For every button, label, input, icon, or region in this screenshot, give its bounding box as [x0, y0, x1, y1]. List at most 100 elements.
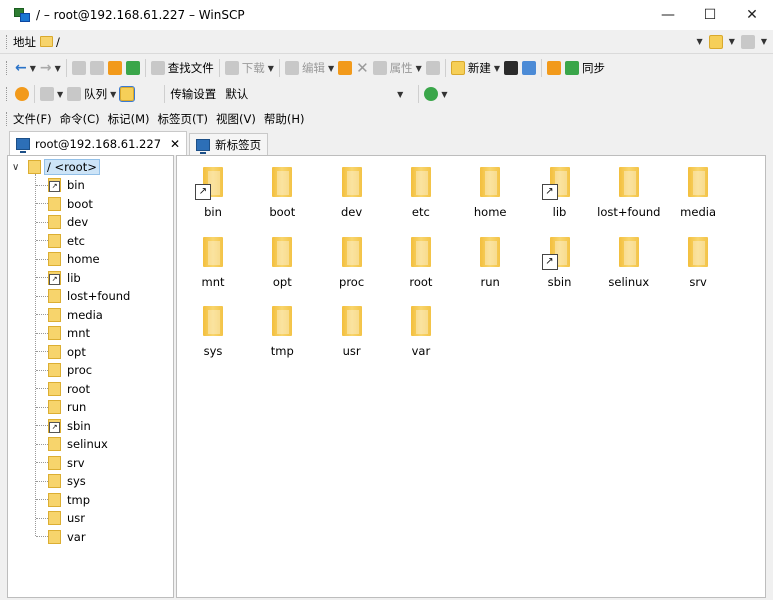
address-input[interactable]: /: [40, 35, 680, 49]
tree-item[interactable]: media: [36, 306, 103, 324]
tree-guide-line: [36, 517, 48, 519]
maximize-button[interactable]: ☐: [689, 0, 731, 30]
find-files-button[interactable]: 查找文件: [149, 58, 216, 78]
tree-item[interactable]: lost+found: [36, 287, 130, 305]
view-mode-button[interactable]: ▼: [38, 84, 65, 104]
folder-icon: [48, 344, 61, 359]
toolbar-separator: [65, 59, 67, 77]
tree-item[interactable]: root: [36, 380, 90, 398]
move-button[interactable]: [336, 58, 354, 78]
open-directory-dropdown[interactable]: ▼: [729, 37, 735, 46]
file-item[interactable]: selinux: [594, 231, 664, 293]
folder-link-icon: [195, 167, 223, 200]
file-item[interactable]: sys: [178, 300, 248, 362]
file-item[interactable]: root: [386, 231, 456, 293]
file-item[interactable]: opt: [247, 231, 317, 293]
toolbar-grip[interactable]: [6, 34, 9, 49]
queue-button[interactable]: 队列 ▼: [65, 84, 118, 104]
file-item[interactable]: mnt: [178, 231, 248, 293]
home-directory-button[interactable]: [106, 58, 124, 78]
file-item[interactable]: proc: [317, 231, 387, 293]
menu-view[interactable]: 视图(V): [216, 111, 256, 127]
filter-dropdown[interactable]: ▼: [761, 37, 767, 46]
toolbar-grip[interactable]: [6, 87, 9, 101]
file-item[interactable]: var: [386, 300, 456, 362]
tree-item[interactable]: lib: [36, 269, 81, 287]
tree-item[interactable]: run: [36, 398, 86, 416]
root-directory-button[interactable]: [88, 58, 106, 78]
menu-tabs[interactable]: 标签页(T): [158, 111, 209, 127]
menu-mark[interactable]: 标记(M): [108, 111, 150, 127]
file-item[interactable]: lost+found: [594, 161, 664, 223]
tree-item[interactable]: opt: [36, 343, 86, 361]
menu-file[interactable]: 文件(F): [13, 111, 52, 127]
sync-icon: [564, 61, 579, 75]
tree-item[interactable]: bin: [36, 176, 85, 194]
transfer-settings-select[interactable]: 默认 ▼: [220, 85, 408, 103]
file-item[interactable]: boot: [247, 161, 317, 223]
delete-button[interactable]: ✕: [354, 58, 371, 78]
tree-item[interactable]: var: [36, 528, 86, 546]
tree-item[interactable]: etc: [36, 232, 85, 250]
menu-help[interactable]: 帮助(H): [264, 111, 305, 127]
tree-item[interactable]: srv: [36, 454, 85, 472]
file-item[interactable]: run: [455, 231, 525, 293]
tree-item[interactable]: usr: [36, 509, 85, 527]
tree-item[interactable]: sys: [36, 472, 86, 490]
compare-directories-button[interactable]: [545, 58, 563, 78]
tab-session[interactable]: root@192.168.61.227 ✕: [9, 131, 188, 155]
file-item[interactable]: usr: [317, 300, 387, 362]
tree-item[interactable]: tmp: [36, 491, 90, 509]
tree-item[interactable]: dev: [36, 213, 88, 231]
session-tabs: root@192.168.61.227 ✕ 新标签页: [0, 130, 773, 155]
edit-button[interactable]: 编辑 ▼: [283, 58, 336, 78]
refresh-button[interactable]: [124, 58, 142, 78]
address-history-dropdown[interactable]: ▼: [697, 37, 703, 46]
menu-commands[interactable]: 命令(C): [60, 111, 100, 127]
terminal-button[interactable]: [502, 58, 520, 78]
open-directory-icon[interactable]: [708, 34, 723, 49]
tree-item[interactable]: proc: [36, 361, 92, 379]
close-window-button[interactable]: ✕: [731, 0, 773, 30]
remote-files-view[interactable]: bin boot dev etc home lib lost+found media mnt op…: [176, 155, 766, 598]
rename-button[interactable]: [424, 58, 442, 78]
tree-item[interactable]: boot: [36, 195, 93, 213]
file-item[interactable]: lib: [525, 161, 595, 223]
forward-button[interactable]: → ▼: [38, 58, 63, 78]
parent-directory-button[interactable]: [70, 58, 88, 78]
tree-item[interactable]: mnt: [36, 324, 90, 342]
tree-item[interactable]: home: [36, 250, 100, 268]
toolbar-grip[interactable]: [6, 112, 9, 126]
file-item[interactable]: sbin: [525, 231, 595, 293]
file-item[interactable]: dev: [317, 161, 387, 223]
putty-button[interactable]: [520, 58, 538, 78]
file-item[interactable]: home: [455, 161, 525, 223]
filter-icon[interactable]: [740, 34, 755, 49]
preferences-button[interactable]: [13, 84, 31, 104]
minimize-button[interactable]: —: [647, 0, 689, 30]
properties-button[interactable]: 属性 ▼: [371, 58, 424, 78]
file-item[interactable]: media: [663, 161, 733, 223]
tree-item[interactable]: selinux: [36, 435, 108, 453]
new-button[interactable]: 新建 ▼: [449, 58, 502, 78]
delete-icon: ✕: [356, 59, 369, 77]
tree-item[interactable]: sbin: [36, 417, 91, 435]
directory-tree[interactable]: ∨ / <root> bin boot dev etc home lib lost+foun…: [7, 155, 174, 598]
tree-root-item[interactable]: ∨ / <root>: [12, 158, 100, 176]
chevron-down-icon[interactable]: ∨: [12, 162, 24, 173]
back-button[interactable]: ← ▼: [13, 58, 38, 78]
close-tab-icon[interactable]: ✕: [170, 137, 180, 151]
sync-button[interactable]: 同步: [563, 58, 607, 78]
file-item[interactable]: srv: [663, 231, 733, 293]
toolbar-grip[interactable]: [6, 61, 9, 75]
tree-guide-line: [36, 295, 48, 297]
tree-item-label: sys: [67, 474, 86, 488]
transfer-options-button[interactable]: ▼: [422, 84, 449, 104]
file-item[interactable]: tmp: [247, 300, 317, 362]
download-button[interactable]: 下载 ▼: [223, 58, 276, 78]
file-item-label: var: [411, 344, 431, 358]
file-item[interactable]: etc: [386, 161, 456, 223]
file-item[interactable]: bin: [178, 161, 248, 223]
tree-toggle-button[interactable]: [118, 84, 136, 104]
tab-new[interactable]: 新标签页: [189, 133, 269, 155]
